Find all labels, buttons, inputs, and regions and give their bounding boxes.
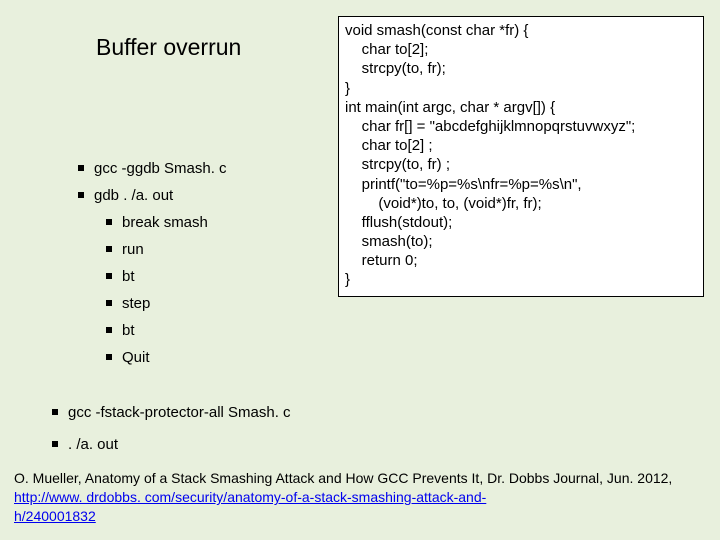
bullet-icon [52,441,58,447]
list-item: gdb . /a. out [78,187,328,204]
item-text: step [122,295,150,312]
code-line: strcpy(to, fr); [345,59,697,78]
item-text: gcc -fstack-protector-all Smash. c [68,404,291,421]
citation-link[interactable]: h/240001832 [14,508,96,524]
list-item: break smash [106,214,328,231]
list-item: step [106,295,328,312]
bullet-icon [106,300,112,306]
bullet-icon [106,246,112,252]
list-item: . /a. out [52,436,118,453]
code-line: char to[2] ; [345,136,697,155]
bullet-icon [78,192,84,198]
bullet-icon [106,219,112,225]
list-item: gcc -fstack-protector-all Smash. c [52,404,291,421]
code-line: char fr[] = "abcdefghijklmnopqrstuvwxyz"… [345,117,697,136]
code-line: void smash(const char *fr) { [345,21,697,40]
list-item: run [106,241,328,258]
slide-title: Buffer overrun [96,34,241,61]
code-line: char to[2]; [345,40,697,59]
bullet-icon [106,273,112,279]
bullet-icon [52,409,58,415]
item-text: break smash [122,214,208,231]
list-item: gcc -ggdb Smash. c [78,160,328,177]
list-item: bt [106,322,328,339]
code-line: } [345,79,697,98]
code-line: printf("to=%p=%s\nfr=%p=%s\n", [345,175,697,194]
list-item: bt [106,268,328,285]
bullet-icon [106,327,112,333]
item-text: gdb . /a. out [94,187,173,204]
code-line: } [345,270,697,289]
citation-link[interactable]: http://www. drdobbs. com/security/anatom… [14,489,486,505]
item-text: Quit [122,349,150,366]
footer-citation: O. Mueller, Anatomy of a Stack Smashing … [14,469,706,526]
citation-text: O. Mueller, Anatomy of a Stack Smashing … [14,470,672,486]
left-column: gcc -ggdb Smash. c gdb . /a. out break s… [78,160,328,376]
code-line: strcpy(to, fr) ; [345,155,697,174]
code-line: (void*)to, to, (void*)fr, fr); [345,194,697,213]
item-text: run [122,241,144,258]
code-line: smash(to); [345,232,697,251]
code-line: fflush(stdout); [345,213,697,232]
item-text: . /a. out [68,436,118,453]
item-text: bt [122,322,135,339]
bullet-icon [106,354,112,360]
item-text: bt [122,268,135,285]
bullet-icon [78,165,84,171]
item-text: gcc -ggdb Smash. c [94,160,227,177]
code-line: return 0; [345,251,697,270]
code-line: int main(int argc, char * argv[]) { [345,98,697,117]
code-box: void smash(const char *fr) { char to[2];… [338,16,704,297]
list-item: Quit [106,349,328,366]
